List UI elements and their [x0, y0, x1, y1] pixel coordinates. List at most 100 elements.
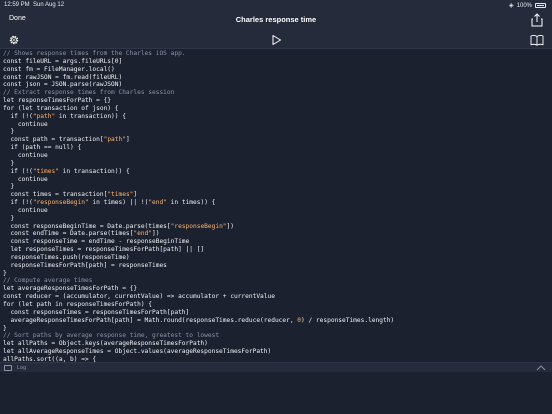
- code-token: "path": [103, 136, 126, 144]
- code-line[interactable]: continue: [0, 176, 552, 184]
- code-line[interactable]: averageResponseTimesForPath[path] = Math…: [0, 317, 552, 325]
- code-line[interactable]: if (!("responseBegin" in times) || !("en…: [0, 199, 552, 207]
- code-line[interactable]: const endTime = Date.parse(times["end"]): [0, 230, 552, 238]
- code-line[interactable]: if (!("times" in transaction)) {: [0, 168, 552, 176]
- code-line[interactable]: }: [0, 270, 552, 278]
- code-token: "times": [32, 167, 59, 175]
- code-token: const reducer = (accumulator, currentVal…: [3, 293, 275, 301]
- code-line[interactable]: }: [0, 160, 552, 168]
- code-token: }: [3, 269, 7, 277]
- code-line[interactable]: for (let path in responseTimesForPath) {: [0, 301, 552, 309]
- code-token: const responseBeginTime = Date.parse(tim…: [3, 222, 171, 230]
- code-line[interactable]: const path = transaction["path"]: [0, 136, 552, 144]
- code-token: ) / responseTimes.length): [301, 316, 395, 324]
- code-line[interactable]: const times = transaction["times"]: [0, 191, 552, 199]
- code-token: "responseBegin": [170, 222, 227, 230]
- code-line[interactable]: for (let transaction of json) {: [0, 105, 552, 113]
- code-token: ]: [125, 136, 130, 144]
- code-token: "end": [148, 199, 167, 207]
- code-token: ]): [226, 222, 234, 230]
- code-line[interactable]: let responseTimes = responseTimesForPath…: [0, 246, 552, 254]
- code-line[interactable]: let allPaths = Object.keys(averageRespon…: [0, 340, 552, 348]
- code-token: const responseTimes = responseTimesForPa…: [3, 308, 190, 316]
- code-line[interactable]: }: [0, 183, 552, 191]
- code-line[interactable]: // Sort paths by average response time, …: [0, 332, 552, 340]
- code-token: // Compute average times: [3, 277, 93, 285]
- code-token: let allAverageResponseTimes = Object.val…: [3, 348, 272, 356]
- code-token: continue: [3, 120, 48, 128]
- code-token: if (!(: [3, 199, 33, 207]
- code-line[interactable]: const responseBeginTime = Date.parse(tim…: [0, 223, 552, 231]
- code-line[interactable]: const json = JSON.parse(rawJSON): [0, 81, 552, 89]
- code-line[interactable]: const reducer = (accumulator, currentVal…: [0, 293, 552, 301]
- code-line[interactable]: // Extract response times from Charles s…: [0, 89, 552, 97]
- code-token: }: [3, 324, 7, 332]
- code-line[interactable]: let averageResponseTimesForPath = {}: [0, 285, 552, 293]
- code-line[interactable]: }: [0, 215, 552, 223]
- chevron-up-icon[interactable]: [536, 364, 546, 372]
- code-token: }: [3, 183, 15, 191]
- code-token: // Shows response times from the Charles…: [3, 50, 186, 57]
- code-token: "times": [107, 191, 134, 199]
- code-token: let responseTimes = responseTimesForPath…: [3, 246, 205, 254]
- code-token: averageResponseTimesForPath[path] = Math…: [3, 316, 298, 324]
- code-token: ]): [152, 230, 160, 238]
- share-icon[interactable]: [530, 13, 544, 27]
- code-line[interactable]: continue: [0, 152, 552, 160]
- code-line[interactable]: if (path == null) {: [0, 144, 552, 152]
- code-line[interactable]: let allAverageResponseTimes = Object.val…: [0, 348, 552, 356]
- code-line[interactable]: }: [0, 325, 552, 333]
- code-token: // Extract response times from Charles s…: [3, 89, 175, 97]
- code-token: const responseTime = endTime - responseB…: [3, 238, 190, 246]
- code-token: let averageResponseTimesForPath = {}: [3, 285, 138, 293]
- code-token: const path = transaction[: [3, 136, 104, 144]
- code-token: "responseBegin": [32, 199, 89, 207]
- gear-icon[interactable]: [8, 34, 20, 46]
- code-token: if (!(: [3, 167, 33, 175]
- code-token: const endTime = Date.parse(times[: [3, 230, 134, 238]
- code-token: "end": [133, 230, 153, 238]
- code-line[interactable]: const responseTimes = responseTimesForPa…: [0, 309, 552, 317]
- code-line[interactable]: const fileURL = args.fileURLs[0]: [0, 58, 552, 66]
- status-time: 12:59 PM Sun Aug 12: [4, 2, 65, 8]
- code-token: responseTimesForPath[path] = responseTim…: [3, 261, 167, 269]
- code-line[interactable]: let responseTimesForPath = {}: [0, 97, 552, 105]
- code-line[interactable]: const responseTime = endTime - responseB…: [0, 238, 552, 246]
- code-line[interactable]: const fm = FileManager.local(): [0, 66, 552, 74]
- log-panel: [0, 372, 552, 414]
- status-bar: 12:59 PM Sun Aug 12 ◈ 100%: [0, 0, 552, 10]
- code-token: // Sort paths by average response time, …: [3, 332, 220, 340]
- code-line[interactable]: }: [0, 128, 552, 136]
- code-token: in transaction)) {: [55, 112, 126, 120]
- code-editor[interactable]: // Shows response times from the Charles…: [0, 50, 552, 362]
- code-token: ]: [133, 191, 138, 199]
- code-token: const fm = FileManager.local(): [3, 65, 115, 73]
- book-icon[interactable]: [530, 34, 544, 46]
- code-token: }: [3, 159, 15, 167]
- code-line[interactable]: // Compute average times: [0, 277, 552, 285]
- wifi-icon: ◈: [509, 3, 514, 9]
- log-bar[interactable]: Log: [0, 362, 552, 372]
- code-line[interactable]: continue: [0, 121, 552, 129]
- code-token: }: [3, 128, 15, 136]
- editor-toolbar: [0, 32, 552, 49]
- code-token: continue: [3, 151, 48, 159]
- status-indicators: ◈ 100%: [509, 2, 546, 9]
- code-line[interactable]: if (!("path" in transaction)) {: [0, 113, 552, 121]
- navigation-bar: Done Charles response time: [0, 10, 552, 32]
- code-token: const rawJSON = fm.read(fileURL): [3, 73, 123, 81]
- code-token: if (path == null) {: [3, 144, 82, 152]
- code-line[interactable]: // Shows response times from the Charles…: [0, 50, 552, 58]
- code-line[interactable]: const rawJSON = fm.read(fileURL): [0, 74, 552, 82]
- code-token: responseTimes.push(responseTime): [3, 253, 130, 261]
- code-token: in times) || !(: [88, 199, 149, 207]
- code-line[interactable]: responseTimes.push(responseTime): [0, 254, 552, 262]
- log-label: Log: [17, 364, 27, 371]
- code-token: in times)) {: [166, 199, 216, 207]
- play-icon[interactable]: [270, 34, 282, 46]
- code-token: in transaction)) {: [58, 167, 130, 175]
- battery-percent: 100%: [516, 2, 532, 9]
- code-line[interactable]: responseTimesForPath[path] = responseTim…: [0, 262, 552, 270]
- code-token: const times = transaction[: [3, 191, 108, 199]
- code-line[interactable]: continue: [0, 207, 552, 215]
